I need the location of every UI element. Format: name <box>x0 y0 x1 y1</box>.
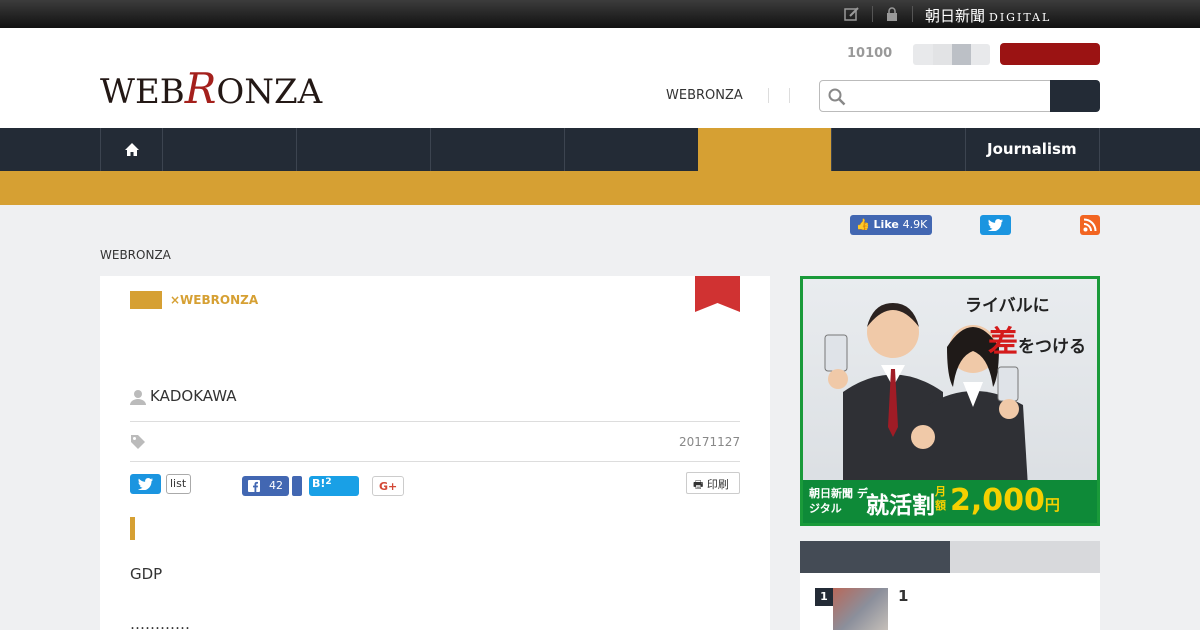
nav-item-5[interactable] <box>564 128 698 171</box>
fb-like-count: 4.9K <box>902 218 928 231</box>
article-date: 20171127 <box>679 435 741 449</box>
ad-footer: 朝日新聞 デジタル 就活割 月額 2,000円 <box>803 480 1097 523</box>
font-size-xlarge-button[interactable] <box>971 44 990 65</box>
ranking-number: 1 <box>815 588 833 606</box>
twitter-follow-button[interactable] <box>980 215 1011 235</box>
article-category[interactable]: ×WEBRONZA <box>170 293 258 307</box>
nav-journalism-label: Journalism <box>987 140 1077 158</box>
category-marker <box>130 291 162 309</box>
nav-item-7[interactable] <box>831 128 965 171</box>
search-icon <box>828 88 846 106</box>
asahi-brand-main: 朝日新聞 <box>925 7 986 25</box>
ad-campaign: 就活割 <box>866 493 935 519</box>
person-icon <box>130 390 146 405</box>
webronza-link[interactable]: WEBRONZA <box>666 88 743 103</box>
lock-icon[interactable] <box>884 6 900 22</box>
search-button[interactable] <box>1050 80 1100 112</box>
hatena-count: 2 <box>325 477 332 487</box>
google-plus-button[interactable]: G+ <box>372 476 404 496</box>
header-link-divider <box>768 88 769 103</box>
ad-brand: 朝日新聞 デジタル <box>809 487 868 515</box>
ranking-thumbnail[interactable] <box>833 588 888 630</box>
ranking-tabs <box>800 541 1100 573</box>
nav-item-3[interactable] <box>296 128 430 171</box>
login-button[interactable] <box>1000 43 1100 65</box>
top-bar: 朝日新聞 DIGITAL <box>0 0 1200 28</box>
ad-price-value: 2,000 <box>950 483 1045 518</box>
facebook-share-count: 42 <box>269 479 283 492</box>
article-body-text: GDP <box>130 565 163 583</box>
article-body-text: ………… <box>130 615 190 630</box>
member-count: 10100 <box>847 46 893 61</box>
divider <box>130 461 740 462</box>
ranking-panel: 1 1 <box>800 573 1100 630</box>
ranking-tab-1[interactable] <box>800 541 950 573</box>
nav-item-active[interactable] <box>698 128 831 171</box>
tag-icon <box>131 435 145 449</box>
hatena-icon: B! <box>312 477 326 490</box>
rss-icon <box>1083 218 1097 232</box>
nav-home[interactable] <box>100 128 162 171</box>
printer-icon: 🖶 <box>693 478 704 491</box>
section-heading-marker <box>130 517 135 540</box>
ad-price-unit: 円 <box>1044 496 1060 514</box>
tweet-button[interactable] <box>130 474 161 494</box>
logo-text-r: R <box>184 64 217 113</box>
bookmark-ribbon-icon[interactable] <box>695 276 740 312</box>
font-size-small-button[interactable] <box>913 44 933 65</box>
facebook-icon <box>248 480 260 492</box>
ad-price: 2,000円 <box>950 483 1060 518</box>
facebook-like-button[interactable]: 👍 Like 4.9K <box>850 215 932 235</box>
nav-item-2[interactable] <box>162 128 296 171</box>
edit-icon[interactable] <box>844 6 860 22</box>
font-size-large-button[interactable] <box>952 44 971 65</box>
twitter-list-count[interactable]: list <box>166 474 191 494</box>
ad-headline-2: 差をつける <box>988 317 1086 361</box>
print-label: 印刷 <box>706 478 729 491</box>
site-header: WEBRONZA 10100 WEBRONZA <box>0 28 1200 128</box>
rss-feed-button[interactable] <box>1080 215 1100 235</box>
ad-headline-rest: をつける <box>1018 337 1086 357</box>
divider <box>130 421 740 422</box>
print-button[interactable]: 🖶 印刷 <box>686 472 740 494</box>
logo-text-post: ONZA <box>216 72 323 112</box>
home-icon <box>125 143 139 156</box>
header-link-divider <box>789 88 790 103</box>
ranking-tab-2[interactable] <box>950 541 1100 573</box>
ad-headline-emphasis: 差 <box>988 325 1018 360</box>
ad-headline-1: ライバルに <box>965 296 1050 316</box>
search-input[interactable] <box>819 80 1051 112</box>
thumbs-up-icon: 👍 <box>856 218 870 231</box>
facebook-share-extra[interactable] <box>292 476 302 496</box>
ranking-item-title[interactable]: 1 <box>898 587 908 605</box>
logo-text-pre: WEB <box>100 72 185 112</box>
asahi-brand-sub: DIGITAL <box>989 11 1052 24</box>
ad-month-label: 月額 <box>935 485 946 512</box>
sub-nav-band <box>0 171 1200 205</box>
twitter-icon <box>138 478 153 490</box>
fb-like-label: Like <box>873 218 899 231</box>
nav-item-4[interactable] <box>430 128 564 171</box>
font-size-medium-button[interactable] <box>933 44 952 65</box>
asahi-digital-logo[interactable]: 朝日新聞 DIGITAL <box>925 5 1051 26</box>
twitter-icon <box>988 219 1003 231</box>
top-bar-divider <box>912 6 913 22</box>
breadcrumb[interactable]: WEBRONZA <box>100 248 171 262</box>
hatena-bookmark-button[interactable]: B!2 <box>309 476 359 496</box>
main-nav: Journalism <box>0 128 1200 171</box>
article-author[interactable]: KADOKAWA <box>150 387 236 405</box>
article-card: ×WEBRONZA KADOKAWA 20171127 list 42 B!2 … <box>100 276 770 630</box>
top-bar-divider <box>872 6 873 22</box>
ad-banner[interactable]: ライバルに 差をつける 朝日新聞 デジタル 就活割 月額 2,000円 <box>800 276 1100 526</box>
facebook-share-button[interactable]: 42 <box>242 476 289 496</box>
webronza-logo[interactable]: WEBRONZA <box>100 64 322 113</box>
